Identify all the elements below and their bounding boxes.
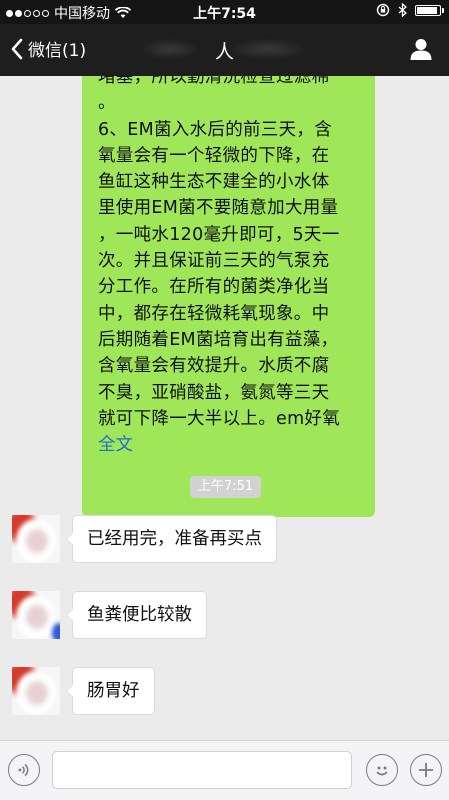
read-more-link[interactable]: 全文: [98, 432, 133, 458]
incoming-message-bubble[interactable]: 肠胃好: [66, 667, 155, 715]
message-row: 已经用完，准备再买点: [12, 515, 277, 563]
battery-icon: [415, 4, 444, 16]
contact-profile-button[interactable]: [409, 37, 433, 65]
voice-toggle-button[interactable]: [8, 754, 40, 786]
incoming-message-bubble[interactable]: 已经用完，准备再买点: [66, 515, 277, 563]
avatar[interactable]: [12, 591, 60, 639]
status-bar: 中国移动 上午7:54: [0, 0, 449, 24]
incoming-message-bubble[interactable]: 鱼粪便比较散: [66, 591, 207, 639]
chat-title: 人: [214, 41, 234, 63]
avatar[interactable]: [12, 515, 60, 563]
avatar[interactable]: [12, 667, 60, 715]
status-right: [376, 3, 444, 17]
message-row: 鱼粪便比较散: [12, 591, 207, 639]
voice-icon: [18, 763, 29, 777]
outgoing-message-bubble[interactable]: 堵塞，所以勤清洗检查过滤棉 。 6、EM菌入水后的前三天，含 氧量会有一个轻微的…: [82, 76, 375, 517]
input-bar: [0, 740, 449, 800]
plus-icon: [419, 763, 433, 777]
person-icon: [410, 39, 432, 60]
message-input[interactable]: [52, 751, 352, 789]
timestamp-badge: 上午7:51: [190, 476, 262, 498]
orientation-lock-icon: [376, 3, 390, 17]
bluetooth-icon: [398, 3, 407, 17]
smiley-icon: [376, 766, 388, 776]
nav-bar: 微信(1) 人: [0, 24, 449, 76]
message-row: 肠胃好: [12, 667, 155, 715]
more-options-button[interactable]: [410, 754, 442, 786]
outgoing-message-text: 堵塞，所以勤清洗检查过滤棉 。 6、EM菌入水后的前三天，含 氧量会有一个轻微的…: [98, 76, 341, 429]
emoji-button[interactable]: [366, 754, 398, 786]
chat-area[interactable]: 堵塞，所以勤清洗检查过滤棉 。 6、EM菌入水后的前三天，含 氧量会有一个轻微的…: [0, 76, 449, 740]
